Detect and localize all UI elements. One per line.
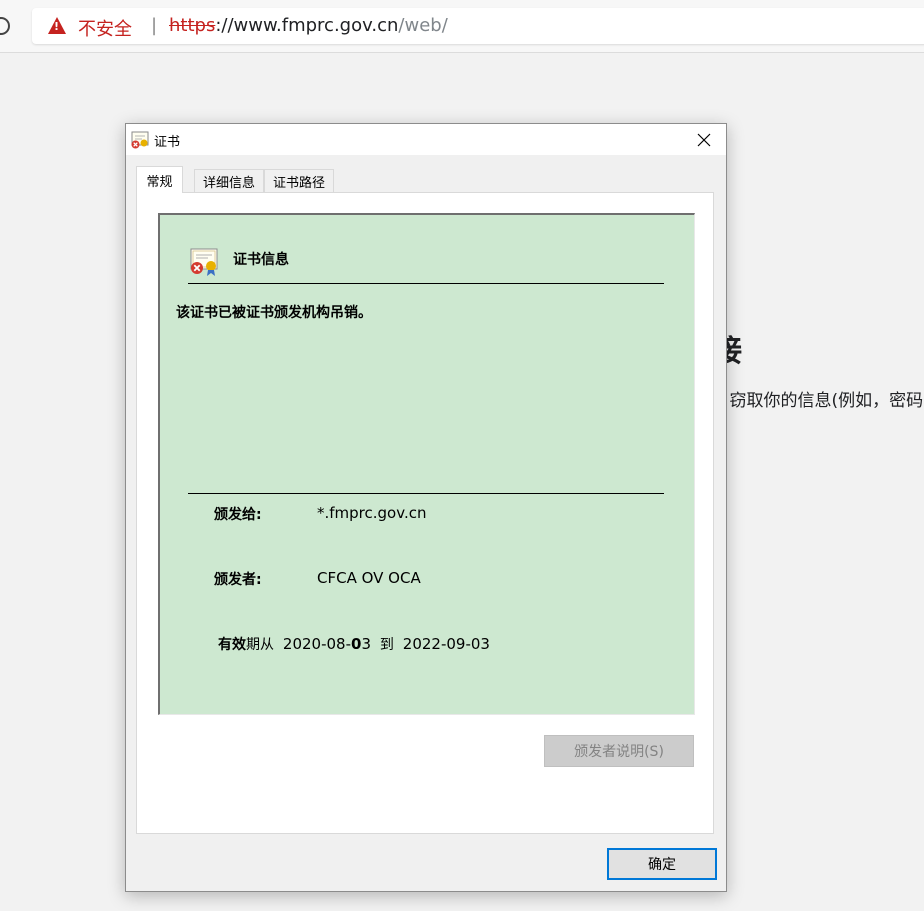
validity-label-bold: 有效 — [218, 637, 246, 653]
issued-by-label: 颁发者: — [214, 572, 262, 588]
ok-button[interactable]: 确定 — [607, 848, 717, 880]
validity-period: 有效期从 2020-08-03 到 2022-09-03 — [218, 634, 490, 654]
validity-to-word: 到 — [379, 637, 394, 653]
browser-toolbar: 不安全 | https://www.fmprc.gov.cn/web/ — [0, 0, 924, 53]
issued-by-value: CFCA OV OCA — [317, 569, 421, 587]
divider — [188, 493, 664, 494]
certificate-icon — [131, 131, 149, 149]
page-text-fragment: n 窃取你的信息(例如，密码 — [712, 386, 923, 411]
warning-icon[interactable] — [48, 17, 66, 34]
close-icon — [697, 133, 711, 146]
dialog-titlebar[interactable]: 证书 — [126, 124, 726, 155]
tab-certification-path[interactable]: 证书路径 — [264, 169, 334, 192]
divider — [188, 283, 664, 284]
address-separator: | — [151, 15, 158, 36]
tab-general[interactable]: 常规 — [136, 166, 183, 193]
info-title: 证书信息 — [233, 252, 289, 268]
issuer-statement-button[interactable]: 颁发者说明(S) — [544, 735, 694, 767]
security-status-label[interactable]: 不安全 — [78, 15, 132, 41]
url-scheme: https — [169, 15, 216, 36]
reload-icon[interactable] — [0, 17, 10, 35]
url-text[interactable]: https://www.fmprc.gov.cn/web/ — [169, 15, 448, 36]
valid-from-prefix: 2020-08- — [282, 635, 351, 653]
general-tab-panel: 证书信息 该证书已被证书颁发机构吊销。 颁发给: *.fmprc.gov.cn … — [136, 192, 714, 834]
valid-from-suffix: 3 — [361, 635, 371, 653]
revocation-message: 该证书已被证书颁发机构吊销。 — [176, 305, 372, 321]
certificate-dialog: 证书 常规 详细信息 证书路径 证书信息 该证书已被证书颁发机构吊销。 颁发给:… — [125, 123, 727, 892]
close-button[interactable] — [682, 124, 726, 155]
url-path: /web/ — [398, 15, 448, 36]
address-bar[interactable]: 不安全 | https://www.fmprc.gov.cn/web/ — [32, 8, 924, 44]
valid-from-bold: 0 — [351, 635, 362, 653]
certificate-info-box: 证书信息 该证书已被证书颁发机构吊销。 颁发给: *.fmprc.gov.cn … — [158, 213, 695, 715]
url-host: ://www.fmprc.gov.cn — [215, 15, 399, 36]
valid-to-date: 2022-09-03 — [402, 635, 490, 653]
dialog-title: 证书 — [154, 135, 181, 150]
issued-to-label: 颁发给: — [214, 507, 262, 523]
tab-details[interactable]: 详细信息 — [194, 169, 264, 192]
issued-to-value: *.fmprc.gov.cn — [317, 504, 427, 522]
validity-label-rest: 期从 — [246, 637, 274, 653]
page-text-rest: 窃取你的信息(例如，密码 — [724, 391, 924, 411]
revoked-certificate-icon — [190, 248, 218, 276]
